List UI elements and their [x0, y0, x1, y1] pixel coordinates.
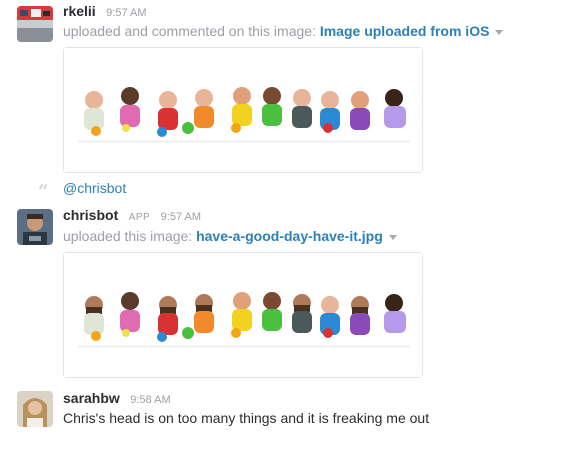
- message-text: Chris's head is on too many things and i…: [63, 410, 430, 426]
- timestamp[interactable]: 9:58 AM: [130, 394, 170, 406]
- avatar-rkelii[interactable]: [17, 6, 53, 42]
- image-preview[interactable]: [63, 252, 423, 378]
- avatar-chrisbot[interactable]: [17, 209, 53, 245]
- dropdown-caret-icon[interactable]: [495, 29, 504, 35]
- app-badge: APP: [128, 212, 151, 223]
- sender-name[interactable]: chrisbot: [63, 207, 118, 223]
- file-title-link[interactable]: have-a-good-day-have-it.jpg: [196, 228, 383, 244]
- mention-link[interactable]: @chrisbot: [63, 180, 126, 196]
- timestamp[interactable]: 9:57 AM: [161, 211, 201, 223]
- quote-icon: “: [38, 181, 49, 202]
- timestamp[interactable]: 9:57 AM: [106, 7, 146, 19]
- upload-action-text: uploaded and commented on this image:: [63, 23, 316, 39]
- sender-name[interactable]: rkelii: [63, 3, 96, 19]
- upload-action-text: uploaded this image:: [63, 228, 193, 244]
- image-preview[interactable]: [63, 47, 423, 173]
- babies-photo: [64, 48, 422, 172]
- avatar-sarahbw[interactable]: [17, 391, 53, 427]
- sender-name[interactable]: sarahbw: [63, 390, 120, 406]
- dropdown-caret-icon[interactable]: [388, 234, 397, 240]
- babies-edited-photo: [64, 253, 422, 377]
- file-title-link[interactable]: Image uploaded from iOS: [320, 23, 490, 39]
